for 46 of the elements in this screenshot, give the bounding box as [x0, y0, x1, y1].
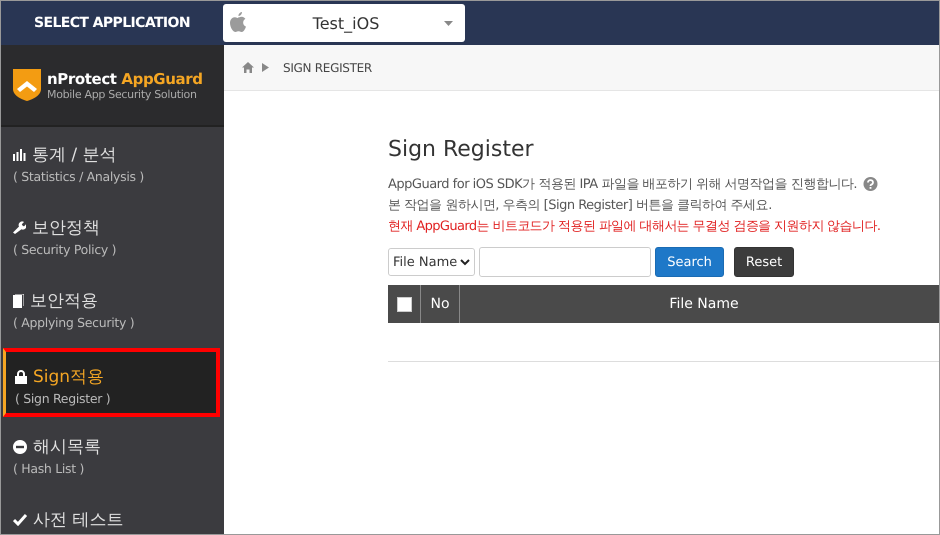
caret-icon: [444, 20, 453, 26]
select-application-title: SELECT APPLICATION: [33, 15, 191, 31]
home-icon[interactable]: [242, 62, 254, 73]
column-header: File Name: [668, 295, 740, 314]
document-icon: [13, 294, 24, 308]
search-button[interactable]: Search: [655, 247, 724, 277]
select-all-checkbox[interactable]: [396, 296, 412, 312]
product-name: nProtect AppGuard: [47, 70, 203, 88]
sidebar-item[interactable]: Sign적용 ( Sign Register ): [3, 348, 220, 417]
menu-label: 사전 테스트: [33, 509, 124, 531]
apple-icon: [228, 11, 248, 35]
shield-logo-icon: [13, 69, 41, 101]
description-text: AppGuard for iOS SDK가 적용된 IPA 파일을 배포하기 위해 서명작업을 진행합니다.: [388, 176, 857, 194]
sidebar-item[interactable]: 보안정책 ( Security Policy ): [1, 200, 224, 273]
product-tagline: Mobile App Security Solution: [47, 88, 198, 100]
reset-button[interactable]: Reset: [734, 247, 794, 277]
bar-chart-icon: [13, 148, 26, 160]
menu-label: 보안정책: [32, 217, 100, 239]
menu-label: 통계 / 분석: [32, 144, 117, 166]
triangle-right-icon: [262, 63, 269, 72]
search-input[interactable]: [479, 247, 652, 277]
page-title: Sign Register: [388, 137, 535, 162]
sidebar-item[interactable]: 사전 테스트: [1, 492, 224, 534]
sidebar-item[interactable]: 해시목록 ( Hash List ): [1, 419, 224, 492]
menu-sublabel: ( Sign Register ): [15, 391, 112, 406]
menu-sublabel: ( Applying Security ): [13, 315, 136, 330]
breadcrumb-label: SIGN REGISTER: [283, 60, 372, 74]
menu-sublabel: ( Hash List ): [13, 461, 86, 476]
lock-icon: [15, 370, 27, 384]
sidebar-item[interactable]: 통계 / 분석 ( Statistics / Analysis ): [1, 127, 224, 200]
minus-circle-icon: [13, 440, 27, 454]
wrench-icon: [13, 221, 26, 234]
application-dropdown[interactable]: Test_iOS: [223, 4, 465, 42]
menu-label: 해시목록: [33, 436, 101, 458]
menu-label: Sign적용: [33, 366, 104, 388]
sidebar-item[interactable]: 보안적용 ( Applying Security ): [1, 273, 224, 346]
help-icon[interactable]: [863, 177, 878, 192]
description-text: 본 작업을 원하시면, 우측의 [Sign Register] 버튼을 클릭하여 주세요.: [388, 197, 773, 215]
column-header: No: [421, 285, 460, 323]
menu-sublabel: ( Security Policy ): [13, 242, 118, 257]
check-icon: [13, 514, 27, 526]
filter-dropdown[interactable]: File Name: [388, 248, 476, 276]
warning-text: 현재 AppGuard는 비트코드가 적용된 파일에 대해서는 무결성 검증을 지원하지 않습니다.: [388, 218, 882, 236]
menu-sublabel: ( Statistics / Analysis ): [13, 169, 146, 184]
menu-label: 보안적용: [30, 290, 98, 312]
chevron-down-icon: [460, 258, 470, 266]
